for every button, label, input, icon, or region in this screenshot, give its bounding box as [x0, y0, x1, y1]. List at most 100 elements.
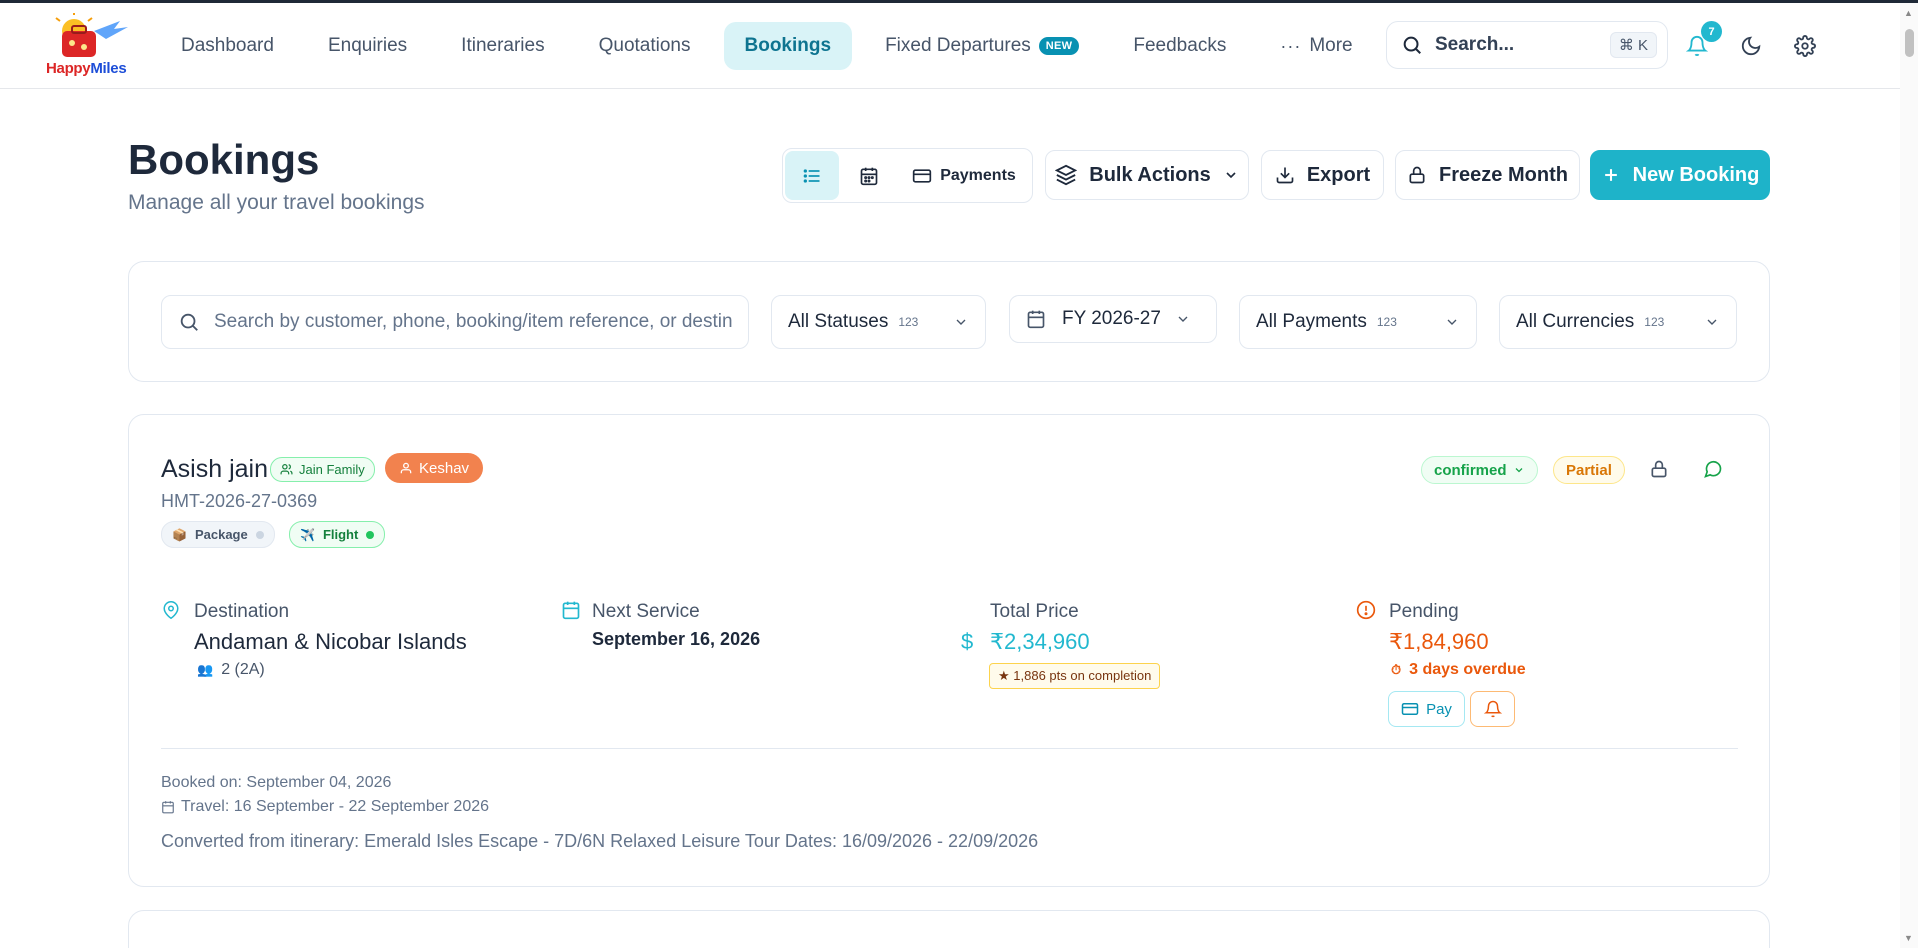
pending-amount: ₹1,84,960	[1389, 629, 1489, 654]
nav-item-quotations[interactable]: Quotations	[578, 22, 712, 70]
export-label: Export	[1306, 163, 1371, 186]
nav-item-label: More	[1309, 35, 1353, 56]
airplane-icon: ✈️	[300, 527, 315, 542]
agent-chip-label: Keshav	[419, 459, 470, 477]
chevron-down-icon	[1707, 319, 1717, 325]
search-label: Search...	[1435, 34, 1515, 55]
chevron-down-icon	[1226, 172, 1236, 179]
export-button[interactable]: Export	[1261, 150, 1384, 200]
group-chip-label: Jain Family	[299, 462, 365, 477]
booking-status-dropdown[interactable]: confirmed	[1421, 456, 1538, 484]
alert-circle-icon	[1356, 600, 1376, 620]
fiscal-year-filter[interactable]: FY 2026-27	[1009, 295, 1217, 343]
calendar-icon	[562, 601, 580, 620]
stopwatch-icon: ⏱	[1391, 662, 1402, 677]
lock-icon	[1651, 460, 1667, 478]
dollar-icon: $	[961, 629, 974, 654]
chevron-down-icon	[1447, 319, 1457, 325]
settings-button[interactable]	[1792, 33, 1818, 59]
gear-icon	[1794, 35, 1816, 57]
people-icon: 👥	[197, 662, 214, 677]
top-navigation-bar: HappyMiles Dashboard Enquiries Itinerari…	[0, 3, 1900, 89]
page-scrollbar[interactable]: ▲ ▼	[1900, 3, 1918, 948]
layers-icon	[1055, 164, 1078, 186]
status-filter-value: All Statuses	[788, 311, 889, 332]
pending-label: Pending	[1389, 601, 1459, 622]
nav-item-fixed-departures[interactable]: Fixed Departures NEW	[864, 22, 1100, 70]
new-booking-label: New Booking	[1632, 163, 1760, 186]
booking-search[interactable]	[161, 295, 749, 349]
status-filter[interactable]: All Statuses 123	[771, 295, 986, 349]
payments-filter-value: All Payments	[1256, 311, 1367, 332]
nav-item-label: Fixed Departures	[885, 35, 1031, 56]
loyalty-points-badge: ★ 1,886 pts on completion	[989, 663, 1161, 689]
scroll-up-arrow-icon[interactable]: ▲	[1904, 8, 1913, 18]
calendar-view-button[interactable]	[839, 151, 899, 200]
freeze-month-label: Freeze Month	[1439, 163, 1568, 186]
next-service-label: Next Service	[592, 601, 700, 622]
chat-button[interactable]	[1703, 459, 1723, 485]
payments-filter[interactable]: All Payments 123	[1239, 295, 1477, 349]
lock-icon	[1409, 166, 1425, 184]
service-chip-label: Flight	[322, 527, 359, 542]
next-service-value: September 16, 2026	[592, 629, 761, 649]
card-divider	[161, 748, 1738, 749]
search-icon	[180, 313, 198, 331]
booking-status-label: confirmed	[1434, 461, 1507, 479]
booking-card-next[interactable]	[128, 910, 1770, 948]
travellers-value: 2 (2A)	[221, 661, 265, 678]
scroll-down-arrow-icon[interactable]: ▼	[1904, 933, 1913, 943]
new-booking-button[interactable]: New Booking	[1590, 150, 1770, 200]
message-circle-icon	[1704, 460, 1722, 478]
nav-item-bookings[interactable]: Bookings	[723, 22, 853, 70]
group-chip: Jain Family	[270, 457, 375, 482]
pay-button-label: Pay	[1426, 700, 1452, 718]
ellipsis-icon: ···	[1280, 35, 1302, 56]
chevron-down-icon	[1515, 468, 1522, 473]
bulk-actions-label: Bulk Actions	[1089, 163, 1211, 186]
customer-name[interactable]: Asish jain	[161, 455, 268, 484]
main-nav: Dashboard Enquiries Itineraries Quotatio…	[160, 22, 1386, 70]
payment-status-badge: Partial	[1553, 456, 1625, 484]
global-search[interactable]: Search... ⌘ K	[1386, 21, 1668, 69]
agent-chip: Keshav	[385, 453, 484, 483]
status-filter-count: 123	[898, 315, 919, 329]
view-switcher: Payments	[782, 148, 1033, 203]
booking-reference: HMT-2026-27-0369	[161, 491, 318, 511]
payments-view-button[interactable]: Payments	[899, 151, 1029, 200]
currencies-filter[interactable]: All Currencies 123	[1499, 295, 1737, 349]
total-price-value: ₹2,34,960	[990, 629, 1090, 654]
travel-dates: Travel: 16 September - 22 September 2026	[161, 798, 489, 816]
theme-toggle-button[interactable]	[1738, 33, 1764, 59]
travel-dates-text: Travel: 16 September - 22 September 2026	[181, 798, 490, 815]
nav-item-more[interactable]: ··· More	[1259, 22, 1373, 70]
pay-button[interactable]: Pay	[1388, 691, 1465, 727]
booking-search-input[interactable]	[214, 311, 732, 333]
calendar-icon	[1027, 310, 1045, 329]
nav-item-dashboard[interactable]: Dashboard	[160, 22, 295, 70]
service-chip-label: Package	[194, 527, 248, 542]
new-badge: NEW	[1038, 37, 1080, 55]
service-status-dot	[255, 530, 264, 539]
payments-label: Payments	[940, 166, 1016, 184]
freeze-month-button[interactable]: Freeze Month	[1395, 150, 1580, 200]
plus-icon	[1604, 169, 1617, 181]
nav-item-feedbacks[interactable]: Feedbacks	[1112, 22, 1247, 70]
nav-item-itineraries[interactable]: Itineraries	[440, 22, 565, 70]
user-icon	[400, 462, 412, 474]
booking-card[interactable]: Asish jain Jain Family Keshav HMT-2026-2…	[128, 414, 1770, 887]
destination-label: Destination	[194, 601, 290, 622]
service-status-dot	[366, 530, 375, 539]
chevron-down-icon	[1178, 316, 1188, 322]
page-title: Bookings	[128, 136, 320, 183]
bulk-actions-button[interactable]: Bulk Actions	[1045, 150, 1249, 200]
payment-reminder-button[interactable]	[1470, 691, 1515, 727]
lock-booking-button[interactable]	[1649, 459, 1669, 485]
nav-item-enquiries[interactable]: Enquiries	[307, 22, 428, 70]
notification-count-badge: 7	[1701, 21, 1722, 42]
credit-card-icon	[1401, 703, 1419, 715]
scroll-thumb[interactable]	[1905, 29, 1914, 57]
credit-card-icon	[913, 168, 932, 183]
list-view-button[interactable]	[785, 151, 839, 200]
total-price-label: Total Price	[990, 601, 1079, 622]
